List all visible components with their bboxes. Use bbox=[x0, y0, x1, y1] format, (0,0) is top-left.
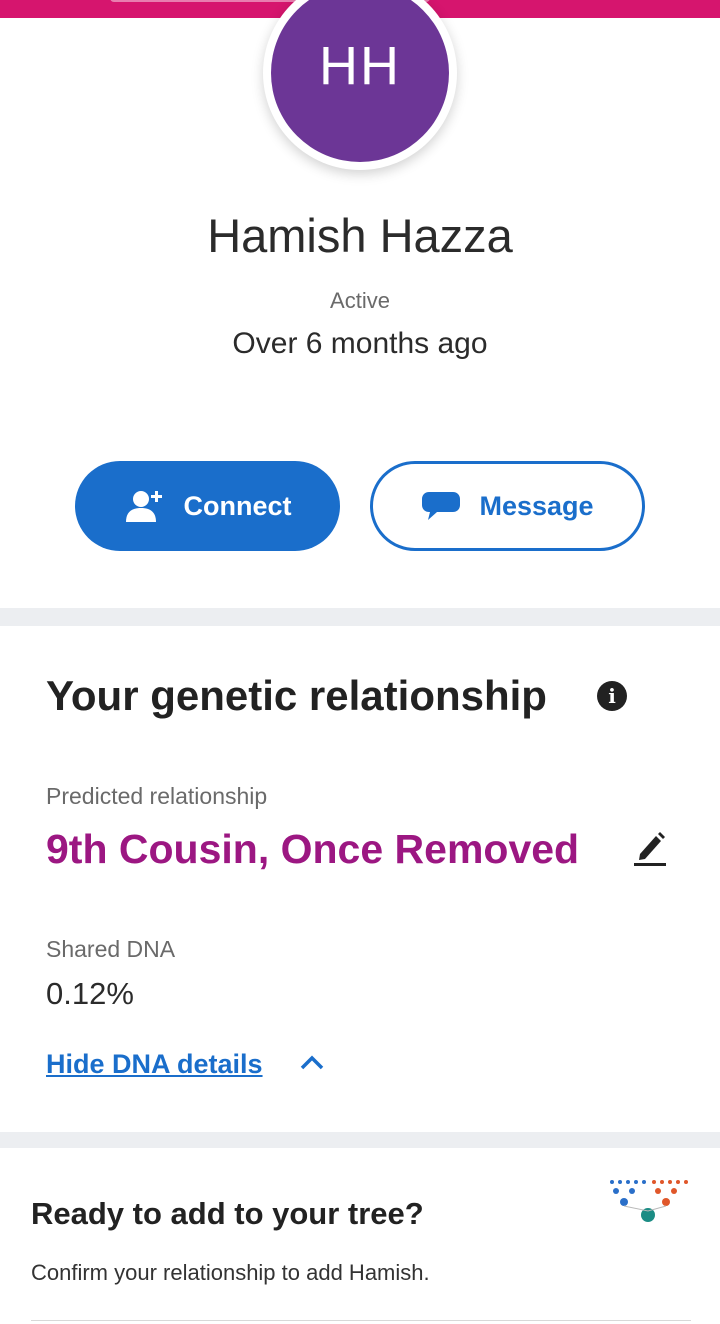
message-label: Message bbox=[479, 490, 594, 521]
connect-button[interactable]: Connect bbox=[75, 461, 340, 551]
family-tree-icon bbox=[608, 1178, 690, 1229]
add-to-tree-title: Ready to add to your tree? bbox=[31, 1196, 424, 1231]
profile-name: Hamish Hazza bbox=[207, 209, 513, 262]
predicted-relationship-value: 9th Cousin, Once Removed bbox=[46, 826, 580, 872]
avatar: HH bbox=[271, 0, 449, 162]
activity-status-value: Over 6 months ago bbox=[232, 327, 488, 360]
hide-dna-details-link[interactable]: Hide DNA details bbox=[46, 1049, 263, 1080]
chevron-up-icon[interactable] bbox=[300, 1054, 324, 1075]
activity-status-label: Active bbox=[330, 288, 390, 313]
info-icon[interactable]: i bbox=[597, 681, 627, 711]
predicted-relationship-label: Predicted relationship bbox=[46, 783, 268, 809]
pencil-icon[interactable] bbox=[634, 830, 668, 871]
divider bbox=[31, 1320, 691, 1321]
avatar-ring: HH bbox=[263, 0, 457, 170]
add-person-icon bbox=[124, 489, 166, 523]
shared-dna-value: 0.12% bbox=[46, 976, 134, 1011]
genetic-relationship-card: Your genetic relationship i Predicted re… bbox=[0, 626, 720, 1132]
profile-card: HH Hamish Hazza Active Over 6 months ago… bbox=[0, 0, 720, 608]
avatar-initials: HH bbox=[319, 36, 401, 96]
shared-dna-label: Shared DNA bbox=[46, 936, 176, 962]
section-title: Your genetic relationship bbox=[46, 672, 547, 719]
add-to-tree-subtitle: Confirm your relationship to add Hamish. bbox=[31, 1260, 430, 1285]
chat-bubble-icon bbox=[421, 490, 461, 522]
connect-label: Connect bbox=[183, 490, 292, 521]
add-to-tree-card: Ready to add to your tree? Confirm your … bbox=[0, 1148, 720, 1324]
message-button[interactable]: Message bbox=[370, 461, 645, 551]
